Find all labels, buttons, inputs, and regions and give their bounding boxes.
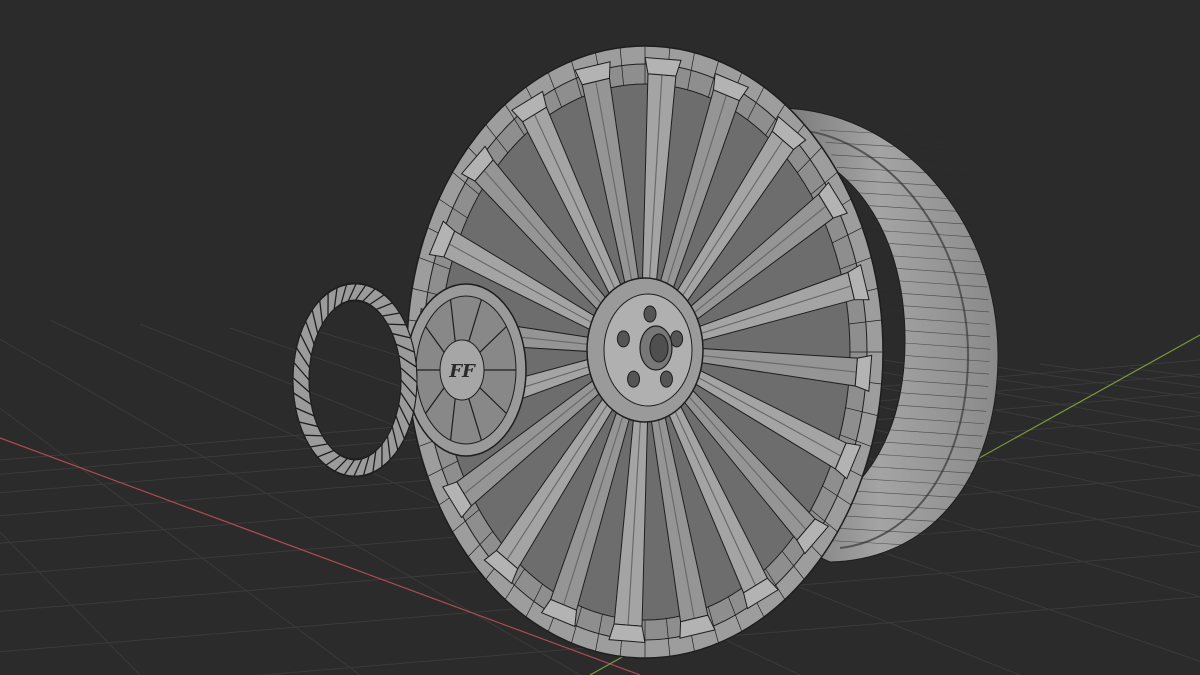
lug-hole bbox=[643, 305, 657, 323]
viewport-canvas[interactable]: FF bbox=[0, 0, 1200, 675]
wheel-hub[interactable] bbox=[586, 277, 704, 423]
lug-hole bbox=[659, 370, 673, 388]
trim-ring[interactable] bbox=[292, 282, 418, 478]
3d-viewport[interactable]: FF bbox=[0, 0, 1200, 675]
center-cap[interactable]: FF bbox=[405, 283, 527, 457]
lug-hole bbox=[627, 370, 641, 388]
lug-hole bbox=[670, 330, 684, 348]
center-cap-logo: FF bbox=[448, 361, 476, 382]
lug-hole bbox=[616, 330, 630, 348]
